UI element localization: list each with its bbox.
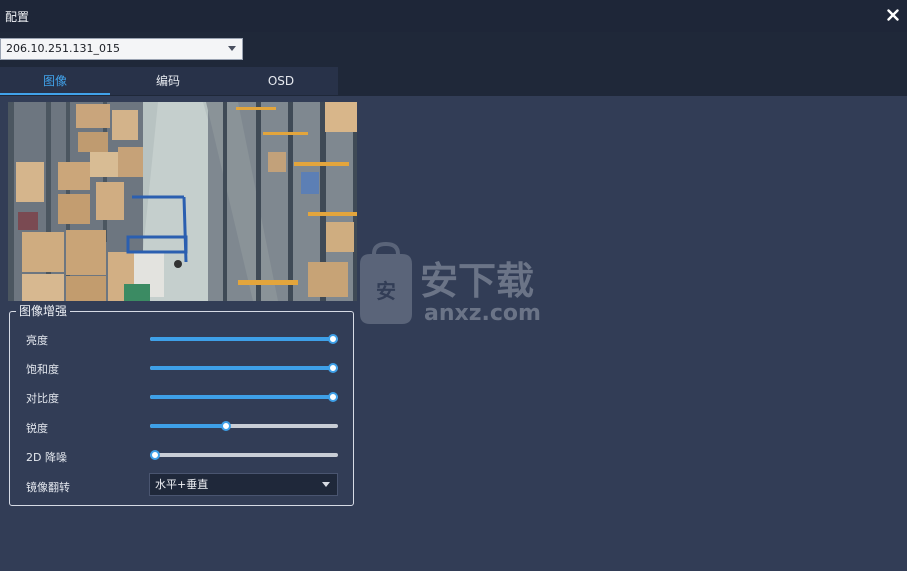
mirror-label: 镜像翻转 — [26, 481, 70, 494]
brightness-slider[interactable] — [150, 334, 338, 344]
contrast-label: 对比度 — [26, 392, 59, 405]
warehouse-camera-image — [8, 102, 357, 301]
slider-handle[interactable] — [328, 334, 338, 344]
window-title: 配置 — [5, 10, 30, 24]
tab-bar: 图像 编码 OSD — [0, 67, 338, 95]
chevron-down-icon — [228, 46, 236, 51]
slider-track — [150, 453, 338, 457]
svg-text:安: 安 — [376, 279, 396, 303]
slider-handle[interactable] — [150, 450, 160, 460]
video-preview — [8, 102, 357, 301]
slider-handle[interactable] — [221, 421, 232, 431]
sharpness-label: 锐度 — [26, 422, 48, 435]
device-dropdown-value: 206.10.251.131_015 — [6, 42, 120, 55]
chevron-down-icon — [322, 482, 330, 487]
saturation-slider[interactable] — [150, 363, 338, 373]
slider-fill — [150, 424, 227, 428]
slider-fill — [150, 366, 333, 370]
image-enhance-title: 图像增强 — [16, 302, 71, 319]
slider-fill — [150, 395, 333, 399]
watermark: 安 安下载 anxz.com — [346, 241, 566, 326]
slider-fill — [150, 337, 333, 341]
watermark-text: 安下载 — [420, 259, 534, 303]
noise-reduction-slider[interactable] — [150, 450, 338, 460]
mirror-dropdown[interactable]: 水平+垂直 — [149, 473, 338, 496]
title-bar: 配置 — [0, 0, 907, 32]
tab-osd[interactable]: OSD — [226, 67, 336, 95]
mirror-dropdown-value: 水平+垂直 — [155, 478, 209, 491]
noise-reduction-label: 2D 降噪 — [26, 451, 67, 464]
tab-image[interactable]: 图像 — [0, 67, 110, 95]
slider-handle[interactable] — [328, 392, 338, 402]
close-icon[interactable] — [885, 7, 901, 23]
sharpness-slider[interactable] — [150, 421, 338, 431]
tab-encoding[interactable]: 编码 — [113, 67, 223, 95]
slider-handle[interactable] — [328, 363, 338, 373]
device-dropdown[interactable]: 206.10.251.131_015 — [0, 38, 243, 60]
brightness-label: 亮度 — [26, 334, 48, 347]
watermark-sub: anxz.com — [424, 301, 541, 326]
saturation-label: 饱和度 — [26, 363, 59, 376]
contrast-slider[interactable] — [150, 392, 338, 402]
